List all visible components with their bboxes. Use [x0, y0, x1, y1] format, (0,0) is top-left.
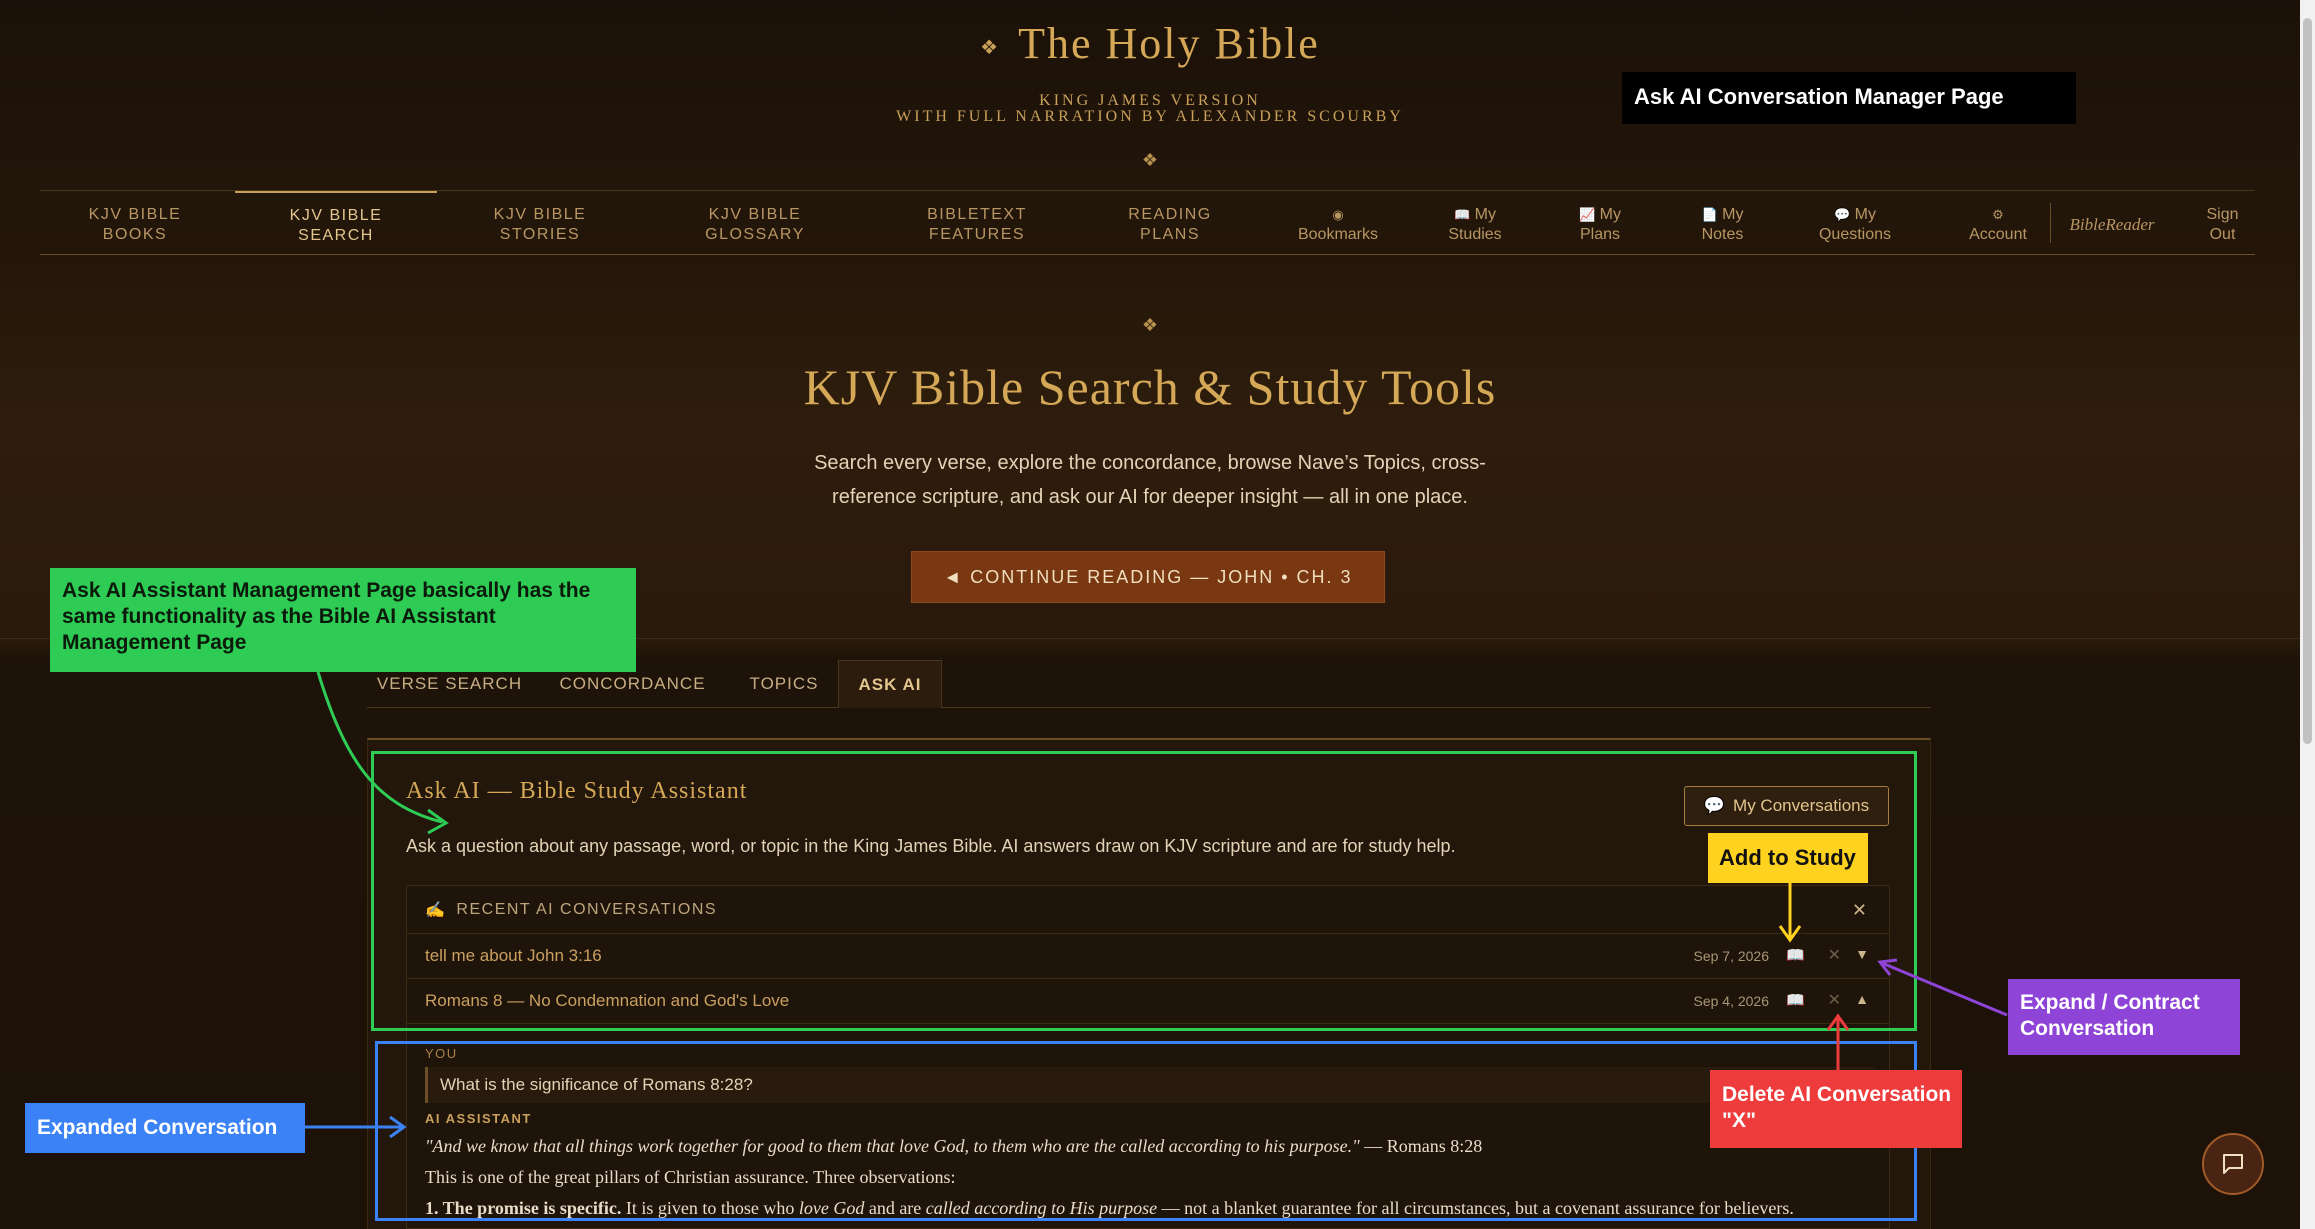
annotation-blue-outline: [375, 1041, 1917, 1221]
chart-icon: 📈: [1579, 207, 1596, 222]
gear-icon: ⚙: [1992, 207, 2004, 222]
nav-sign-out[interactable]: Sign Out: [2190, 191, 2255, 255]
site-title[interactable]: ❖ The Holy Bible: [0, 18, 2300, 69]
annotation-expanded: Expanded Conversation: [25, 1103, 305, 1153]
nav-bookmarks[interactable]: ◉ Bookmarks: [1283, 191, 1393, 255]
site-header: ❖ The Holy Bible KING JAMES VERSION WITH …: [0, 0, 2300, 255]
annotation-page-label: Ask AI Conversation Manager Page: [1622, 72, 2076, 124]
nav-my-notes[interactable]: 📄 My Notes: [1685, 191, 1760, 255]
nav-kjv-bible-books[interactable]: KJV BIBLE BOOKS: [70, 191, 200, 255]
chat-icon: [2223, 1154, 2243, 1174]
nav-username: BibleReader: [2069, 215, 2155, 234]
main-nav: KJV BIBLE BOOKS KJV BIBLE SEARCH KJV BIBLE…: [40, 190, 2255, 255]
scrollbar-thumb[interactable]: [2303, 18, 2312, 744]
nav-reading-plans[interactable]: READING PLANS: [1110, 191, 1230, 255]
annotation-expand-contract: Expand / Contract Conversation: [2008, 979, 2240, 1055]
book-icon: 📖: [1454, 207, 1471, 222]
tab-topics[interactable]: TOPICS: [734, 660, 834, 708]
nav-account[interactable]: ⚙ Account: [1958, 191, 2038, 255]
nav-my-studies[interactable]: 📖 My Studies: [1430, 191, 1520, 255]
tab-ask-ai[interactable]: ASK AI: [838, 660, 942, 708]
continue-reading-button[interactable]: ◄ CONTINUE READING — JOHN • CH. 3: [911, 551, 1385, 603]
ornament-icon: ❖: [980, 37, 1001, 60]
annotation-add-to-study: Add to Study: [1708, 833, 1868, 883]
chat-button[interactable]: [2202, 1133, 2264, 1195]
note-icon: 📄: [1701, 207, 1718, 222]
hero-ornament-icon: ❖: [1141, 315, 1159, 335]
header-ornament-icon: ❖: [1141, 150, 1159, 170]
nav-kjv-bible-glossary[interactable]: KJV BIBLE GLOSSARY: [680, 191, 830, 255]
nav-my-questions[interactable]: 💬 My Questions: [1805, 191, 1905, 255]
nav-my-plans[interactable]: 📈 My Plans: [1560, 191, 1640, 255]
bookmark-icon: ◉: [1332, 207, 1344, 222]
nav-kjv-bible-stories[interactable]: KJV BIBLE STORIES: [465, 191, 615, 255]
nav-kjv-bible-search[interactable]: KJV BIBLE SEARCH: [235, 191, 437, 255]
annotation-delete: Delete AI Conversation "X": [1710, 1070, 1962, 1148]
hero-title: KJV Bible Search & Study Tools: [803, 359, 1497, 415]
hero-description: Search every verse, explore the concorda…: [814, 452, 1486, 508]
annotation-green-note: Ask AI Assistant Management Page basical…: [50, 568, 636, 672]
nav-divider: [2050, 203, 2051, 243]
nav-bibletext-features[interactable]: BIBLETEXT FEATURES: [902, 191, 1052, 255]
speech-bubble-icon: 💬: [1834, 207, 1851, 222]
annotation-green-outline: [371, 751, 1917, 1031]
